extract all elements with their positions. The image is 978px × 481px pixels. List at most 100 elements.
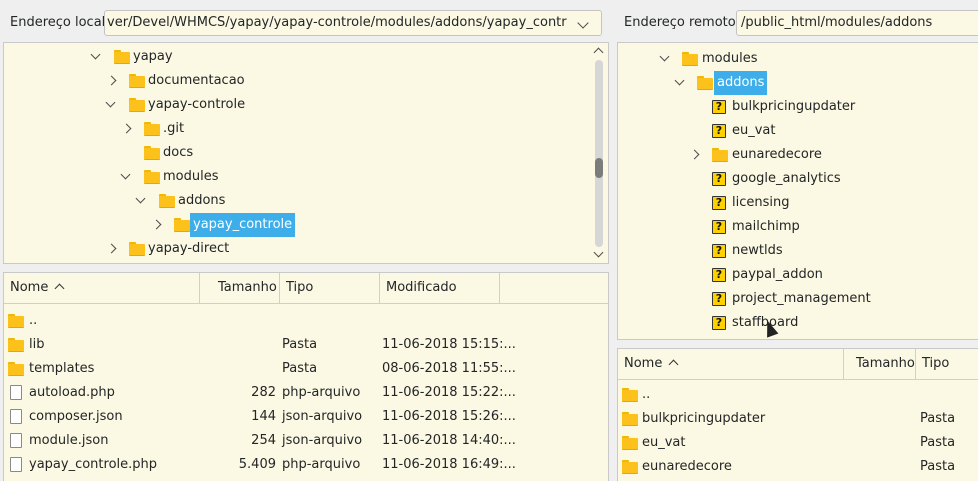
remote-file-list[interactable]: Nome Tamanho Tipo .. bulkpricingupdater Pa… [617, 348, 978, 481]
tree-item-label: docs [163, 145, 194, 160]
local-tree-item[interactable]: addons [4, 189, 584, 213]
table-row[interactable]: templates Pasta 08-06-2018 11:55:... [4, 357, 608, 381]
cell-size: 254 [251, 433, 276, 448]
chevron-down-icon[interactable] [90, 49, 101, 60]
tree-item-label: paypal_addon [732, 267, 823, 282]
local-address-dropdown-button[interactable] [567, 11, 601, 35]
local-tree-item[interactable]: yapay [4, 45, 584, 69]
tree-item-label: licensing [732, 195, 790, 210]
cell-name: module.json [29, 433, 109, 448]
unknown-status-icon: ? [712, 220, 726, 234]
remote-tree-item[interactable]: ? google_analytics [618, 167, 978, 191]
remote-tree-item[interactable]: ? project_management [618, 287, 978, 311]
remote-tree-item[interactable]: addons [618, 71, 978, 95]
folder-icon [622, 460, 638, 474]
column-header-name[interactable]: Nome [4, 273, 200, 303]
local-tree-scrollbar[interactable] [590, 43, 608, 263]
chevron-right-icon[interactable] [106, 243, 117, 254]
local-tree-item[interactable]: yapay-controle [4, 93, 584, 117]
column-header-name[interactable]: Nome [618, 349, 844, 379]
table-row[interactable]: eunaredecore Pasta [618, 455, 978, 479]
chevron-right-icon[interactable] [151, 219, 162, 230]
cell-type: Pasta [920, 411, 956, 426]
cell-type: php-arquivo [282, 385, 361, 400]
cell-modified: 08-06-2018 11:55:... [382, 361, 516, 376]
chevron-down-icon[interactable] [120, 169, 131, 180]
remote-tree-item[interactable]: eunaredecore [618, 143, 978, 167]
tree-item-label: eu_vat [732, 123, 776, 138]
table-row[interactable]: .. [618, 383, 978, 407]
tree-item-label: yapay [133, 49, 173, 64]
cell-type: json-arquivo [282, 433, 363, 448]
chevron-right-icon[interactable] [689, 149, 700, 160]
tree-item-label: documentacao [148, 73, 245, 88]
local-address-input[interactable]: ver/Devel/WHMCS/yapay/yapay-controle/mod… [107, 11, 590, 35]
local-tree-item[interactable]: yapay_controle [4, 213, 584, 237]
column-header-size[interactable]: Tamanho [844, 349, 916, 379]
cell-size: 282 [251, 385, 276, 400]
folder-icon [8, 338, 24, 352]
table-row[interactable]: eu_vat Pasta [618, 431, 978, 455]
tree-item-label: bulkpricingupdater [732, 99, 856, 114]
file-icon [10, 457, 22, 472]
local-tree-item[interactable]: documentacao [4, 69, 584, 93]
chevron-down-icon[interactable] [135, 193, 146, 204]
table-row[interactable]: composer.json 144 json-arquivo 11-06-2018 1… [4, 405, 608, 429]
folder-icon [129, 242, 145, 256]
local-address-field[interactable]: ver/Devel/WHMCS/yapay/yapay-controle/mod… [104, 10, 602, 36]
remote-tree-pane[interactable]: modules addons? bulkpricingupdater? eu_vat e… [617, 42, 978, 340]
table-row[interactable]: yapay_controle.php 5.409 php-arquivo 11-06-… [4, 453, 608, 477]
folder-icon [129, 98, 145, 112]
folder-icon [144, 146, 160, 160]
unknown-status-icon: ? [712, 268, 726, 282]
remote-tree-item[interactable]: ? mailchimp [618, 215, 978, 239]
chevron-right-icon[interactable] [106, 75, 117, 86]
remote-tree-item[interactable]: ? staffboard [618, 311, 978, 335]
column-header-type[interactable]: Tipo [916, 349, 978, 379]
local-tree-item[interactable]: .git [4, 117, 584, 141]
local-file-list[interactable]: Nome Tamanho Tipo Modificado .. lib Pasta 1… [3, 272, 609, 481]
chevron-down-icon[interactable] [105, 97, 116, 108]
cell-name: templates [29, 361, 95, 376]
local-tree-item[interactable]: yapay-direct [4, 237, 584, 261]
column-header-type[interactable]: Tipo [280, 273, 380, 303]
table-row[interactable]: .. [4, 309, 608, 333]
tree-item-label: google_analytics [732, 171, 841, 186]
table-row[interactable]: lib Pasta 11-06-2018 15:15:... [4, 333, 608, 357]
remote-tree-item[interactable]: ? bulkpricingupdater [618, 95, 978, 119]
remote-tree-item[interactable]: ? paypal_addon [618, 263, 978, 287]
table-row[interactable]: module.json 254 json-arquivo 11-06-2018 14:… [4, 429, 608, 453]
cell-size: 5.409 [238, 457, 276, 472]
remote-list-header: Nome Tamanho Tipo [618, 349, 978, 380]
chevron-down-icon[interactable] [659, 51, 670, 62]
remote-tree-item[interactable]: ? licensing [618, 191, 978, 215]
cell-modified: 11-06-2018 15:15:... [382, 337, 516, 352]
remote-address-label: Endereço remoto: [624, 15, 741, 30]
cell-type: json-arquivo [282, 409, 363, 424]
table-row[interactable]: bulkpricingupdater Pasta [618, 407, 978, 431]
local-tree-item[interactable]: modules [4, 165, 584, 189]
folder-icon [114, 50, 130, 64]
remote-tree-item[interactable]: ? eu_vat [618, 119, 978, 143]
chevron-down-icon[interactable] [674, 75, 685, 86]
folder-icon [712, 148, 728, 162]
local-tree-pane[interactable]: yapay documentacao yapay-controle .git docs m… [3, 42, 609, 264]
chevron-right-icon[interactable] [121, 123, 132, 134]
remote-address-input[interactable]: /public_html/modules/addons [741, 11, 932, 35]
remote-tree-item[interactable]: ? newtlds [618, 239, 978, 263]
remote-tree-item[interactable]: modules [618, 47, 978, 71]
scrollbar-thumb[interactable] [595, 158, 603, 178]
remote-address-field[interactable]: /public_html/modules/addons [736, 10, 978, 36]
column-header-modified[interactable]: Modificado [380, 273, 500, 303]
scroll-up-icon[interactable] [593, 47, 604, 58]
file-icon [10, 433, 22, 448]
local-tree-item[interactable]: docs [4, 141, 584, 165]
folder-icon [144, 122, 160, 136]
scroll-down-icon[interactable] [593, 247, 604, 258]
file-icon [10, 409, 22, 424]
cell-modified: 11-06-2018 14:40:... [382, 433, 516, 448]
folder-icon [697, 76, 713, 90]
table-row[interactable]: autoload.php 282 php-arquivo 11-06-2018 15:… [4, 381, 608, 405]
column-header-size[interactable]: Tamanho [200, 273, 280, 303]
cell-type: Pasta [282, 337, 318, 352]
